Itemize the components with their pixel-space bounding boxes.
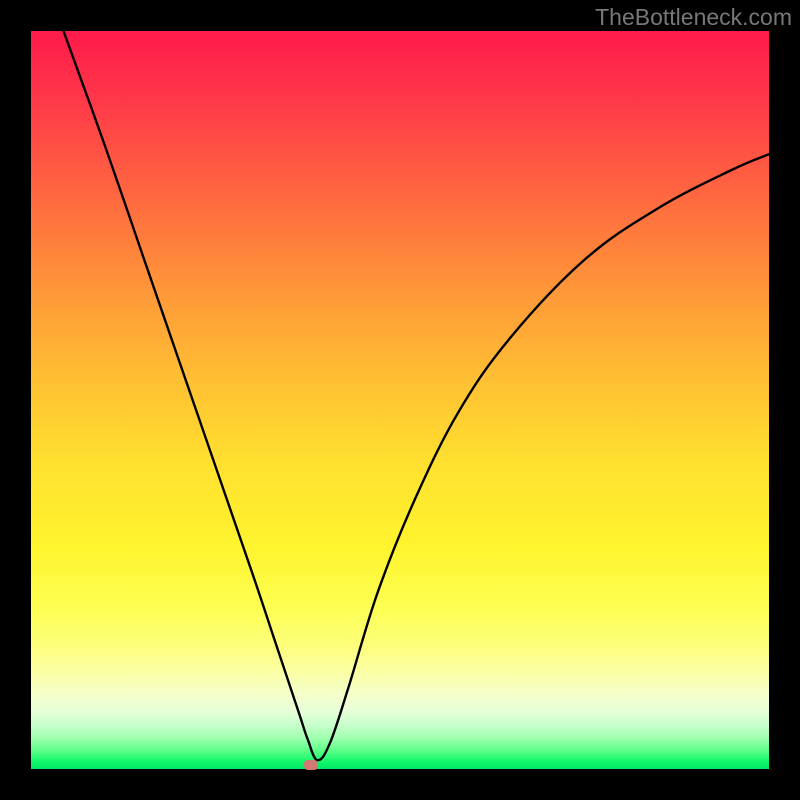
watermark-text: TheBottleneck.com <box>595 4 792 31</box>
chart-area <box>31 31 769 769</box>
minimum-marker <box>304 760 318 770</box>
